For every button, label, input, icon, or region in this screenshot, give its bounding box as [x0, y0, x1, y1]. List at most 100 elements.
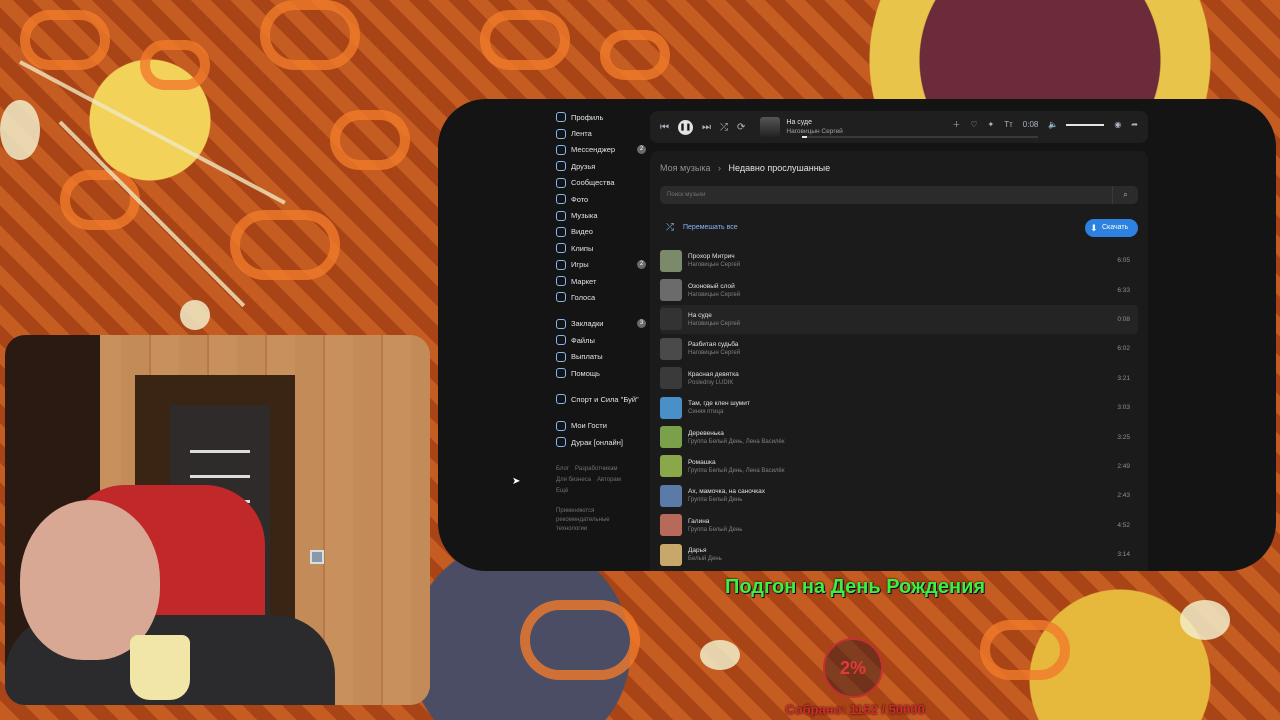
- nav-label: Помощь: [571, 368, 600, 378]
- footer-blog[interactable]: Блог: [556, 466, 569, 472]
- nav-icon: [556, 420, 566, 431]
- track-title[interactable]: Разбитая судьба: [688, 341, 740, 348]
- nav-icon: [556, 335, 566, 346]
- recommend-icon[interactable]: ✦: [988, 120, 995, 129]
- nav-label: Выплаты: [571, 352, 603, 362]
- track-row[interactable]: Деревенька Группа Белый День, Лена Василё…: [660, 422, 1138, 451]
- track-title[interactable]: Деревенька: [688, 430, 785, 437]
- nav-footer: Блог Разработчикам Для бизнеса Авторам Ещё Пр…: [556, 464, 650, 534]
- track-thumb: [660, 455, 682, 478]
- download-button[interactable]: Скачать: [1085, 219, 1138, 237]
- shuffle-all-button[interactable]: ⤮ Перемешать все: [666, 222, 738, 233]
- nav-item[interactable]: Лента: [556, 125, 650, 141]
- track-artist[interactable]: Наговицын Сергей: [688, 292, 740, 298]
- track-artist[interactable]: Группа Белый День: [688, 527, 742, 533]
- nav-item[interactable]: Музыка: [556, 207, 650, 223]
- previous-icon[interactable]: ⏮: [660, 122, 669, 133]
- progress-bar[interactable]: [802, 136, 1038, 138]
- track-title[interactable]: На суде: [688, 312, 740, 319]
- search-input[interactable]: Поиск музыки ⌕: [660, 186, 1138, 204]
- track-row[interactable]: Там, где клен шумит Синяя птица 3:03: [660, 393, 1138, 422]
- track-thumb: [660, 543, 682, 566]
- track-row[interactable]: Ах, мамочка, на саночках Группа Белый Ден…: [660, 481, 1138, 510]
- track-title[interactable]: Прохор Митрич: [688, 253, 740, 260]
- add-icon[interactable]: ＋: [952, 119, 960, 130]
- nav-item[interactable]: Мессенджер 2: [556, 142, 650, 158]
- nav-item[interactable]: Дурак [онлайн]: [556, 434, 650, 450]
- player-artist[interactable]: Наговицын Сергей: [786, 128, 931, 135]
- nav-label: Фото: [571, 194, 589, 204]
- track-artist[interactable]: Наговицын Сергей: [688, 321, 740, 327]
- search-icon[interactable]: ⌕: [1112, 186, 1138, 204]
- nav-item[interactable]: Фото: [556, 191, 650, 207]
- share-icon[interactable]: ➦: [1131, 120, 1138, 129]
- footer-authors[interactable]: Авторам: [597, 477, 621, 483]
- lyrics-icon[interactable]: Tт: [1004, 120, 1013, 129]
- track-title[interactable]: Галина: [688, 518, 742, 525]
- track-title[interactable]: Там, где клен шумит: [688, 400, 750, 407]
- volume-icon[interactable]: 🔈: [1048, 120, 1058, 129]
- track-row[interactable]: Дарья Белый День 3:14: [660, 540, 1138, 569]
- track-artist[interactable]: Белый День: [688, 556, 722, 562]
- nav-item[interactable]: Сообщества: [556, 175, 650, 191]
- track-title[interactable]: Ромашка: [688, 459, 785, 466]
- nav-icon: [556, 276, 566, 287]
- dislike-icon[interactable]: ♡: [970, 120, 977, 129]
- track-row[interactable]: Озоновый слой Наговицын Сергей 6:33: [660, 275, 1138, 304]
- broadcast-icon[interactable]: ◉: [1114, 120, 1121, 129]
- track-row[interactable]: Разбитая судьба Наговицын Сергей 6:02: [660, 334, 1138, 363]
- crumb-my-music[interactable]: Моя музыка: [660, 163, 711, 173]
- nav-item[interactable]: Помощь: [556, 365, 650, 381]
- breadcrumb: Моя музыка › Недавно прослушанные: [660, 163, 831, 173]
- nav-item[interactable]: Мои Гости: [556, 418, 650, 434]
- track-row[interactable]: Прохор Митрич Наговицын Сергей 6:05: [660, 246, 1138, 275]
- nav-item[interactable]: Маркет: [556, 273, 650, 289]
- audio-player: ⏮ ❚❚ ⏭ ⤮ ⟳ На суде Наговицын Сергей ＋ ♡ …: [650, 111, 1148, 143]
- nav-item[interactable]: Друзья: [556, 158, 650, 174]
- track-row[interactable]: Красная девятка Posledniy LUDIK 3:21: [660, 364, 1138, 393]
- track-title[interactable]: Озоновый слой: [688, 283, 740, 290]
- nav-icon: [556, 243, 566, 254]
- nav-item[interactable]: Спорт и Сила "Буй": [556, 391, 650, 407]
- nav-icon: [556, 144, 566, 155]
- mug: [130, 635, 190, 700]
- nav-item[interactable]: Видео: [556, 224, 650, 240]
- nav-item[interactable]: Голоса: [556, 289, 650, 305]
- player-title[interactable]: На суде: [786, 119, 931, 126]
- track-artist[interactable]: Группа Белый День: [688, 497, 765, 503]
- track-artist[interactable]: Группа Белый День, Лена Василёк: [688, 468, 785, 474]
- nav-item[interactable]: Закладки 3: [556, 316, 650, 332]
- next-icon[interactable]: ⏭: [702, 122, 711, 133]
- nav-item[interactable]: Выплаты: [556, 348, 650, 364]
- track-title[interactable]: Дарья: [688, 547, 722, 554]
- footer-business[interactable]: Для бизнеса: [556, 477, 591, 483]
- nav-icon: [556, 368, 566, 379]
- track-title[interactable]: Ах, мамочка, на саночках: [688, 488, 765, 495]
- pause-button[interactable]: ❚❚: [678, 119, 693, 135]
- track-duration: 3:14: [1117, 551, 1130, 559]
- repeat-icon[interactable]: ⟳: [737, 122, 745, 133]
- footer-tech[interactable]: Применяются рекомендательные технологии: [556, 507, 626, 534]
- footer-more[interactable]: Ещё: [556, 488, 568, 494]
- track-row[interactable]: Ромашка Группа Белый День, Лена Василёк 2:…: [660, 452, 1138, 481]
- track-title[interactable]: Красная девятка: [688, 371, 739, 378]
- track-artist[interactable]: Posledniy LUDIK: [688, 380, 739, 386]
- track-row[interactable]: Галина Группа Белый День 4:52: [660, 511, 1138, 540]
- nav-badge: 2: [637, 145, 646, 155]
- nav-item[interactable]: Клипы: [556, 240, 650, 256]
- track-row[interactable]: На суде Наговицын Сергей 0:08: [660, 304, 1138, 335]
- track-artist[interactable]: Наговицын Сергей: [688, 262, 740, 268]
- volume-slider[interactable]: [1066, 123, 1105, 126]
- shuffle-icon[interactable]: ⤮: [720, 122, 728, 133]
- nav-icon: [556, 194, 566, 205]
- track-artist[interactable]: Наговицын Сергей: [688, 350, 740, 356]
- track-artist[interactable]: Группа Белый День, Лена Василёк: [688, 439, 785, 445]
- track-artist[interactable]: Синяя птица: [688, 409, 750, 415]
- nav-icon: [556, 394, 566, 405]
- footer-devs[interactable]: Разработчикам: [575, 466, 618, 472]
- track-duration: 6:33: [1117, 286, 1130, 294]
- nav-item[interactable]: Игры 2: [556, 257, 650, 273]
- nav-item[interactable]: Профиль: [556, 109, 650, 125]
- browser-window: Профиль Лента Мессенджер 2 Друзья Сообщества Ф…: [438, 99, 1276, 571]
- nav-item[interactable]: Файлы: [556, 332, 650, 348]
